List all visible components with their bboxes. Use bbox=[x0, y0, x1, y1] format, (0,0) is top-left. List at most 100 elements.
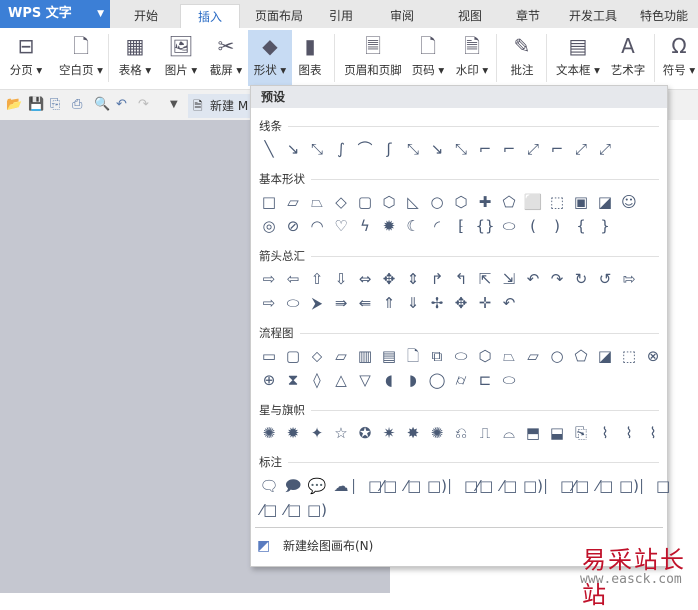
shape-icon[interactable]: ▣ bbox=[569, 191, 593, 213]
shape-icon[interactable]: ✹ bbox=[281, 422, 305, 444]
shape-icon[interactable]: ⇦ bbox=[281, 268, 305, 290]
shape-icon[interactable]: 💬 bbox=[305, 475, 329, 497]
new-drawing-canvas-item[interactable]: ◩ 新建绘图画布(N) bbox=[257, 536, 373, 556]
shape-icon[interactable]: ↻ bbox=[569, 268, 593, 290]
shape-icon[interactable]: ⁄□ bbox=[593, 475, 617, 497]
shape-icon[interactable]: } bbox=[593, 215, 617, 237]
shape-icon[interactable]: ○ bbox=[425, 191, 449, 213]
shape-icon[interactable]: ⎸□ bbox=[449, 475, 478, 497]
shape-icon[interactable]: ⇕ bbox=[401, 268, 425, 290]
export-pdf-icon[interactable]: ⎘ bbox=[50, 97, 60, 112]
shape-icon[interactable]: ☺ bbox=[617, 191, 641, 213]
shape-icon[interactable]: ⎘ bbox=[569, 422, 593, 444]
tab-3[interactable]: 引用 bbox=[318, 4, 364, 28]
shape-icon[interactable]: ▭ bbox=[257, 345, 281, 367]
shape-icon[interactable]: { bbox=[569, 215, 593, 237]
shape-icon[interactable]: ▥ bbox=[353, 345, 377, 367]
shape-icon[interactable]: ◖ bbox=[377, 369, 401, 391]
shape-icon[interactable]: ⇲ bbox=[497, 268, 521, 290]
shape-icon[interactable]: ⁄□ bbox=[257, 499, 281, 521]
shape-icon[interactable]: ⇰ bbox=[617, 268, 641, 290]
tab-4[interactable]: 审阅 bbox=[364, 4, 440, 28]
shape-icon[interactable]: ⬚ bbox=[545, 191, 569, 213]
document-tab[interactable]: 🗎 新建 M bbox=[188, 94, 258, 118]
shape-icon[interactable]: ⁄□ bbox=[401, 475, 425, 497]
shape-icon[interactable]: ◺ bbox=[401, 191, 425, 213]
shape-icon[interactable]: ⎸□ bbox=[353, 475, 382, 497]
shape-icon[interactable]: 🗨 bbox=[257, 475, 281, 497]
shape-icon[interactable]: ⇧ bbox=[305, 268, 329, 290]
shape-icon[interactable]: ⧉ bbox=[425, 345, 449, 367]
shape-icon[interactable]: ⁄□ bbox=[497, 475, 521, 497]
shape-icon[interactable]: ⊕ bbox=[257, 369, 281, 391]
wps-app-menu-button[interactable]: WPS 文字 ▼ bbox=[0, 0, 110, 28]
shape-icon[interactable]: ⬭ bbox=[449, 345, 473, 367]
shape-icon[interactable]: ✥ bbox=[377, 268, 401, 290]
shape-icon[interactable]: ⌐ bbox=[473, 138, 497, 160]
save-icon[interactable]: 💾 bbox=[28, 97, 44, 112]
shape-icon[interactable]: ⬓ bbox=[545, 422, 569, 444]
shape-icon[interactable]: ✢ bbox=[425, 292, 449, 314]
shape-icon[interactable]: ( bbox=[521, 215, 545, 237]
shape-icon[interactable]: ↘ bbox=[425, 138, 449, 160]
ribbon-button-0[interactable]: ⊟ 分页 ▾ bbox=[4, 30, 48, 86]
shape-icon[interactable]: ☆ bbox=[329, 422, 353, 444]
shape-icon[interactable]: ↰ bbox=[449, 268, 473, 290]
shape-icon[interactable]: ⌭ bbox=[449, 369, 473, 391]
tab-2[interactable]: 页面布局 bbox=[240, 4, 318, 28]
shape-icon[interactable]: ⁄□ bbox=[473, 475, 497, 497]
shape-icon[interactable]: ⌒ bbox=[353, 138, 377, 160]
ribbon-button-4[interactable]: ✂ 截屏 ▾ bbox=[206, 30, 246, 86]
shape-icon[interactable]: ♡ bbox=[329, 215, 353, 237]
shape-icon[interactable]: ↶ bbox=[497, 292, 521, 314]
shape-icon[interactable]: □ bbox=[257, 191, 281, 213]
shape-icon[interactable]: ✛ bbox=[473, 292, 497, 314]
shape-icon[interactable]: △ bbox=[329, 369, 353, 391]
shape-icon[interactable]: ⤢ bbox=[569, 138, 593, 160]
ribbon-button-2[interactable]: ▦ 表格 ▾ bbox=[114, 30, 156, 86]
shape-icon[interactable]: ϟ bbox=[353, 215, 377, 237]
shape-icon[interactable]: ⇱ bbox=[473, 268, 497, 290]
shape-icon[interactable]: ⎸□ bbox=[545, 475, 574, 497]
shape-icon[interactable]: ⎌ bbox=[449, 422, 473, 444]
shape-icon[interactable]: ⬜ bbox=[521, 191, 545, 213]
shape-icon[interactable]: 🗩 bbox=[281, 475, 305, 497]
shape-icon[interactable]: ▢ bbox=[281, 345, 305, 367]
shape-icon[interactable]: ↷ bbox=[545, 268, 569, 290]
shape-icon[interactable]: ◪ bbox=[593, 345, 617, 367]
shape-icon[interactable]: ⌇ bbox=[593, 422, 617, 444]
shape-icon[interactable]: ⤢ bbox=[593, 138, 617, 160]
shape-icon[interactable]: ⁄□ bbox=[377, 475, 401, 497]
shape-icon[interactable]: ✸ bbox=[401, 422, 425, 444]
shape-icon[interactable]: ◇ bbox=[329, 191, 353, 213]
shape-icon[interactable]: ✪ bbox=[353, 422, 377, 444]
shape-icon[interactable]: ⇨ bbox=[257, 292, 281, 314]
ribbon-button-6[interactable]: ▮ 图表 bbox=[292, 30, 328, 86]
shape-icon[interactable]: ⌐ bbox=[497, 138, 521, 160]
shape-icon[interactable]: ⬭ bbox=[497, 215, 521, 237]
shape-icon[interactable]: ▽ bbox=[353, 369, 377, 391]
shape-icon[interactable]: ⇔ bbox=[353, 268, 377, 290]
shape-icon[interactable]: ☾ bbox=[401, 215, 425, 237]
shape-icon[interactable]: ⇚ bbox=[353, 292, 377, 314]
shape-icon[interactable]: □) bbox=[305, 499, 329, 521]
shape-icon[interactable]: □) bbox=[521, 475, 545, 497]
shape-icon[interactable]: ⊗ bbox=[641, 345, 665, 367]
shape-icon[interactable]: ⌐ bbox=[545, 138, 569, 160]
shape-icon[interactable]: ⁅ bbox=[449, 215, 473, 237]
ribbon-button-12[interactable]: A 艺术字 bbox=[608, 30, 648, 86]
ribbon-button-8[interactable]: 🗋 页码 ▾ bbox=[408, 30, 448, 86]
shape-icon[interactable]: ✦ bbox=[305, 422, 329, 444]
shape-icon[interactable]: ⬠ bbox=[497, 191, 521, 213]
shape-icon[interactable]: ✚ bbox=[473, 191, 497, 213]
print-icon[interactable]: ⎙ bbox=[72, 97, 82, 112]
tab-6[interactable]: 章节 bbox=[500, 4, 556, 28]
shape-icon[interactable]: □) bbox=[617, 475, 641, 497]
shape-icon[interactable]: ⬡ bbox=[473, 345, 497, 367]
undo-icon[interactable]: ↶ bbox=[116, 97, 127, 112]
shape-icon[interactable]: ⧗ bbox=[281, 369, 305, 391]
shape-icon[interactable]: ⇩ bbox=[329, 268, 353, 290]
shape-icon[interactable]: ↘ bbox=[281, 138, 305, 160]
shape-icon[interactable]: ⬠ bbox=[569, 345, 593, 367]
shape-icon[interactable]: ⏥ bbox=[521, 345, 545, 367]
